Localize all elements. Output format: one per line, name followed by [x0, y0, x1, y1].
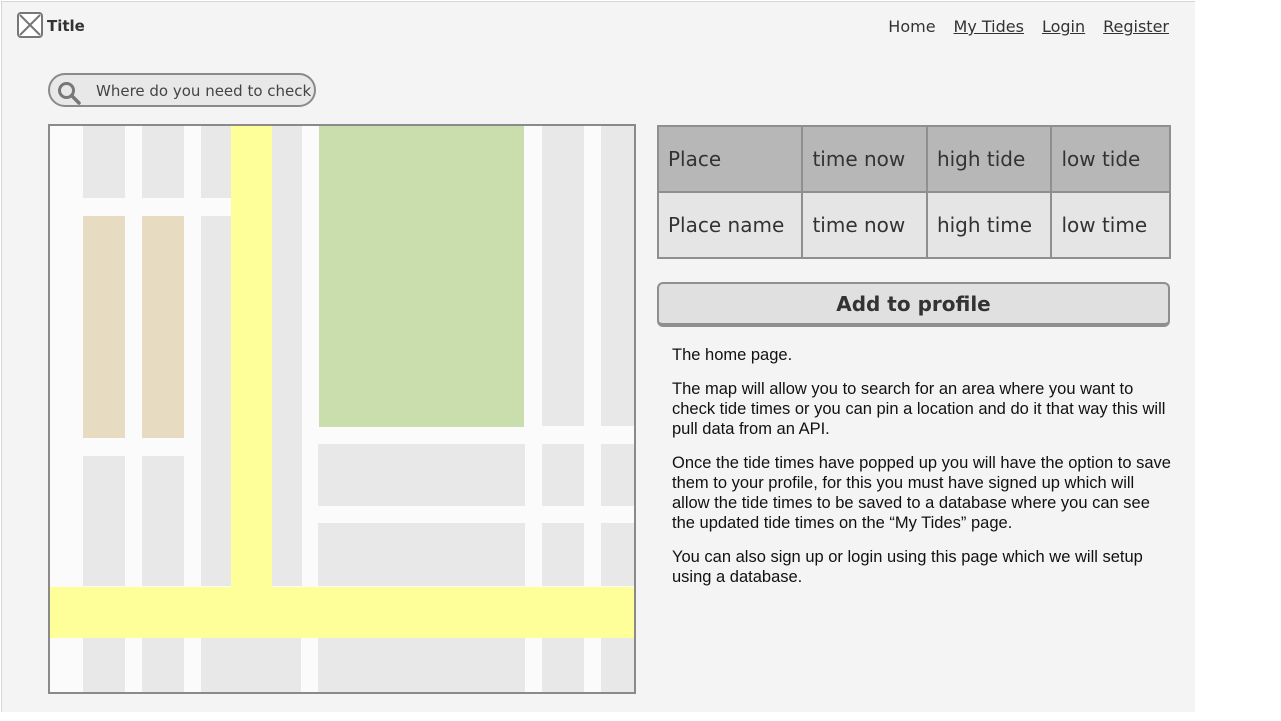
map-block — [318, 523, 525, 586]
map-park — [319, 126, 524, 427]
map-block — [542, 638, 584, 692]
map-block-tan — [142, 216, 184, 438]
table-header-time-now: time now — [801, 125, 928, 193]
map-road-horizontal — [50, 587, 634, 638]
map-block — [201, 216, 231, 586]
tide-table: Place time now high tide low tide Place … — [656, 125, 1171, 259]
table-cell-place-name: Place name — [656, 191, 804, 259]
nav-link-login[interactable]: Login — [1042, 17, 1085, 36]
map-road-vertical — [231, 126, 272, 596]
description-paragraph: The home page. — [672, 346, 793, 364]
map-block — [542, 444, 584, 506]
map-block — [83, 126, 125, 198]
map-block-tan — [83, 216, 125, 438]
search-input[interactable]: Where do you need to check — [48, 73, 316, 107]
table-cell-high-time: high time — [925, 191, 1053, 259]
table-header-low-tide: low tide — [1050, 125, 1171, 193]
map-block — [601, 444, 634, 506]
description-paragraph: You can also sign up or login using this… — [672, 548, 1143, 586]
table-header-high-tide: high tide — [925, 125, 1053, 193]
table-cell-low-time: low time — [1050, 191, 1171, 259]
description-paragraph: The map will allow you to search for an … — [672, 380, 1166, 438]
image-placeholder-icon — [17, 12, 43, 38]
map-block — [142, 456, 184, 586]
map-block — [201, 126, 231, 198]
map-block — [83, 456, 125, 586]
map-block — [142, 126, 184, 198]
page-canvas: Title Home My Tides Login Register Where… — [1, 1, 1195, 712]
description-paragraph: Once the tide times have popped up you w… — [672, 454, 1171, 532]
map-block — [83, 638, 125, 692]
nav-link-my-tides[interactable]: My Tides — [954, 17, 1024, 36]
map-view[interactable] — [48, 124, 636, 694]
map-block — [318, 444, 525, 506]
search-icon — [58, 82, 81, 105]
nav-link-home[interactable]: Home — [888, 17, 935, 36]
top-nav: Home My Tides Login Register — [888, 17, 1169, 36]
map-block — [601, 523, 634, 586]
map-block — [542, 523, 584, 586]
map-block — [201, 638, 301, 692]
map-block — [601, 638, 634, 692]
table-row: Place name time now high time low time — [656, 191, 1171, 259]
table-cell-time-now: time now — [801, 191, 928, 259]
map-block — [542, 126, 584, 426]
table-header-place: Place — [656, 125, 804, 193]
map-block — [318, 638, 525, 692]
search-placeholder: Where do you need to check — [96, 82, 312, 100]
add-to-profile-button[interactable]: Add to profile — [657, 282, 1170, 327]
nav-link-register[interactable]: Register — [1103, 17, 1169, 36]
description: The home page. The map will allow you to… — [672, 345, 1172, 601]
app-title: Title — [47, 17, 85, 35]
table-header-row: Place time now high tide low tide — [656, 125, 1171, 193]
map-block — [601, 126, 634, 426]
map-block — [142, 638, 184, 692]
map-block — [272, 126, 302, 586]
